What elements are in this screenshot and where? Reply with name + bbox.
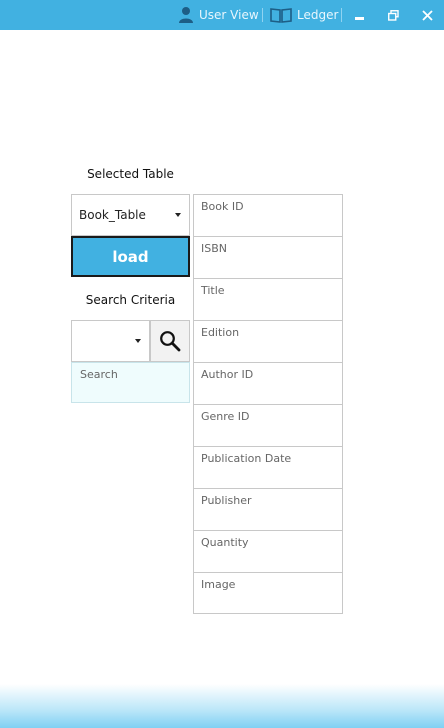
table-select-value: Book_Table bbox=[79, 208, 146, 222]
field-edition[interactable]: Edition bbox=[193, 320, 343, 362]
field-title[interactable]: Title bbox=[193, 278, 343, 320]
restore-button[interactable] bbox=[378, 0, 408, 30]
chevron-down-icon bbox=[175, 213, 181, 217]
close-button[interactable] bbox=[412, 0, 442, 30]
field-quantity[interactable]: Quantity bbox=[193, 530, 343, 572]
ledger-button[interactable]: Ledger bbox=[270, 0, 338, 30]
title-bar: User View Ledger bbox=[0, 0, 444, 30]
user-view-label: User View bbox=[199, 8, 259, 22]
field-isbn[interactable]: ISBN bbox=[193, 236, 343, 278]
field-genre-id[interactable]: Genre ID bbox=[193, 404, 343, 446]
search-criteria-label: Search Criteria bbox=[85, 293, 176, 307]
close-icon bbox=[421, 9, 433, 21]
user-icon bbox=[178, 6, 194, 24]
bottom-gradient bbox=[0, 684, 444, 728]
search-icon bbox=[160, 331, 181, 352]
table-select[interactable]: Book_Table bbox=[71, 194, 190, 236]
minimize-button[interactable] bbox=[344, 0, 374, 30]
book-icon bbox=[270, 7, 292, 23]
titlebar-divider bbox=[341, 8, 342, 22]
field-publisher[interactable]: Publisher bbox=[193, 488, 343, 530]
titlebar-divider bbox=[262, 8, 263, 22]
criteria-select[interactable] bbox=[71, 320, 150, 362]
load-button[interactable]: load bbox=[71, 236, 190, 277]
chevron-down-icon bbox=[135, 339, 141, 343]
field-image[interactable]: Image bbox=[193, 572, 343, 614]
selected-table-label: Selected Table bbox=[87, 167, 174, 181]
minimize-icon bbox=[354, 16, 364, 20]
search-input[interactable] bbox=[71, 362, 190, 403]
user-view-button[interactable]: User View bbox=[178, 0, 259, 30]
field-publication-date[interactable]: Publication Date bbox=[193, 446, 343, 488]
search-button[interactable] bbox=[150, 320, 190, 362]
field-list: Book ID ISBN Title Edition Author ID Genre ID… bbox=[193, 194, 343, 614]
field-book-id[interactable]: Book ID bbox=[193, 194, 343, 236]
field-author-id[interactable]: Author ID bbox=[193, 362, 343, 404]
ledger-label: Ledger bbox=[297, 8, 339, 22]
restore-icon bbox=[387, 9, 399, 21]
